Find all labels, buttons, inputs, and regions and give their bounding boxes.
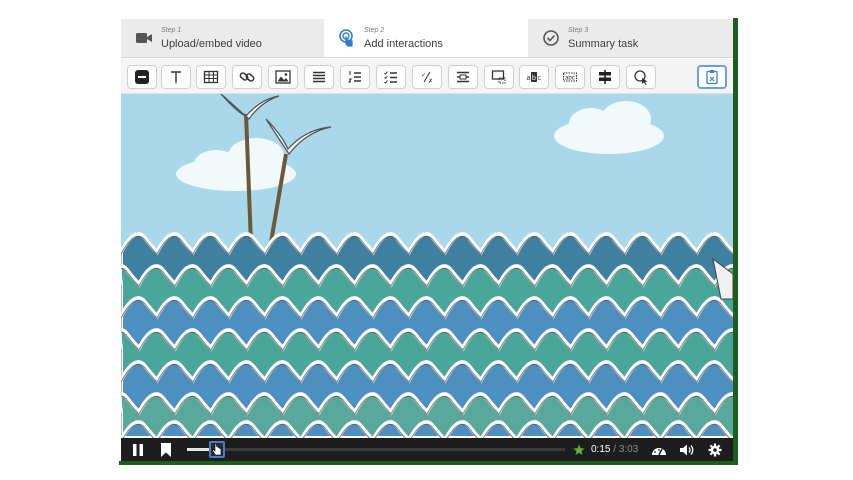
- drag-drop-button[interactable]: [484, 65, 514, 89]
- frame-border-right: [733, 18, 738, 465]
- step-number: Step 1: [161, 27, 182, 34]
- bookmark-icon: [161, 442, 171, 457]
- multiple-choice-button[interactable]: [376, 65, 406, 89]
- seek-handle[interactable]: [209, 441, 225, 458]
- step-interactions[interactable]: Step 2 Add interactions: [324, 19, 528, 57]
- check-circle-icon: [543, 30, 559, 46]
- crossroads-button[interactable]: [590, 65, 620, 89]
- table-tool-icon: [203, 70, 219, 84]
- sea: [121, 232, 733, 438]
- video-frame[interactable]: [121, 94, 733, 438]
- steps-bar: Step 1 Upload/embed video Step 2 Add int…: [121, 19, 733, 58]
- video-camera-icon: [136, 33, 152, 43]
- single-choice-tool-icon: [347, 71, 361, 83]
- interaction-marker[interactable]: [571, 438, 587, 461]
- svg-text:abc: abc: [565, 76, 575, 82]
- step-label: Summary task: [568, 38, 639, 50]
- text-button[interactable]: [161, 65, 191, 89]
- text-tool-icon: [171, 71, 181, 83]
- drag-text-button[interactable]: abc: [555, 65, 585, 89]
- paste-button[interactable]: [697, 65, 727, 89]
- step-number: Step 2: [364, 27, 385, 34]
- fill-blanks-tool-icon: [457, 71, 469, 83]
- paste-tool-icon: [706, 70, 718, 85]
- step-number: Step 3: [568, 27, 589, 34]
- volume-button[interactable]: [676, 438, 698, 461]
- statements-tool-icon: [313, 71, 325, 83]
- true-false-tool-icon: ✓✗: [421, 71, 433, 85]
- table-button[interactable]: [196, 65, 226, 89]
- crossroads-tool-icon: [599, 70, 611, 84]
- svg-text:✓: ✓: [421, 73, 426, 79]
- step-summary[interactable]: Step 3 Summary task: [528, 19, 733, 57]
- multiple-choice-tool-icon: [384, 71, 397, 84]
- seek-bar[interactable]: [187, 448, 565, 451]
- label-button[interactable]: [127, 65, 157, 89]
- navigation-hotspot-tool-icon: [634, 70, 648, 85]
- ocean-scene: [121, 94, 733, 438]
- mark-words-button[interactable]: abc: [519, 65, 549, 89]
- single-choice-button[interactable]: [340, 65, 370, 89]
- settings-button[interactable]: [704, 438, 726, 461]
- pause-button[interactable]: [127, 438, 149, 461]
- star-icon: [573, 444, 585, 455]
- total-time: 3:03: [618, 444, 639, 455]
- svg-text:✗: ✗: [428, 78, 433, 85]
- image-button[interactable]: [268, 65, 298, 89]
- statements-button[interactable]: [304, 65, 334, 89]
- fill-blanks-button[interactable]: [448, 65, 478, 89]
- link-button[interactable]: [232, 65, 262, 89]
- pause-icon: [133, 443, 143, 456]
- gear-icon: [708, 443, 722, 456]
- volume-icon: [680, 444, 694, 455]
- time-display: 0:15 / 3:03: [591, 438, 638, 461]
- mark-words-tool-icon: abc: [527, 72, 542, 82]
- bookmark-button[interactable]: [155, 438, 177, 461]
- interactive-video-editor: Step 1 Upload/embed video Step 2 Add int…: [119, 18, 738, 465]
- link-tool-icon: [239, 72, 255, 82]
- navigation-hotspot-button[interactable]: [626, 65, 656, 89]
- step-label: Upload/embed video: [161, 38, 262, 50]
- true-false-button[interactable]: ✓ ✗: [412, 65, 442, 89]
- interaction-toolbar: ✓ ✗ abc abc: [121, 59, 733, 94]
- drag-text-tool-icon: abc: [563, 72, 577, 82]
- video-controls: 0:15 / 3:03: [121, 438, 733, 461]
- current-time: 0:15: [591, 444, 611, 455]
- svg-text:b: b: [532, 75, 536, 82]
- time-separator: /: [610, 444, 619, 455]
- touch-icon: [339, 29, 353, 47]
- svg-text:c: c: [538, 75, 542, 82]
- step-label: Add interactions: [364, 38, 443, 50]
- frame-border-bottom: [119, 461, 738, 465]
- step-upload[interactable]: Step 1 Upload/embed video: [121, 19, 324, 57]
- label-tool-icon: [135, 70, 149, 84]
- hand-cursor-icon: [212, 443, 222, 456]
- svg-text:a: a: [527, 75, 531, 82]
- image-tool-icon: [275, 70, 291, 84]
- drag-drop-tool-icon: [491, 70, 506, 84]
- quality-button[interactable]: [648, 438, 670, 461]
- speedometer-icon: [652, 447, 666, 455]
